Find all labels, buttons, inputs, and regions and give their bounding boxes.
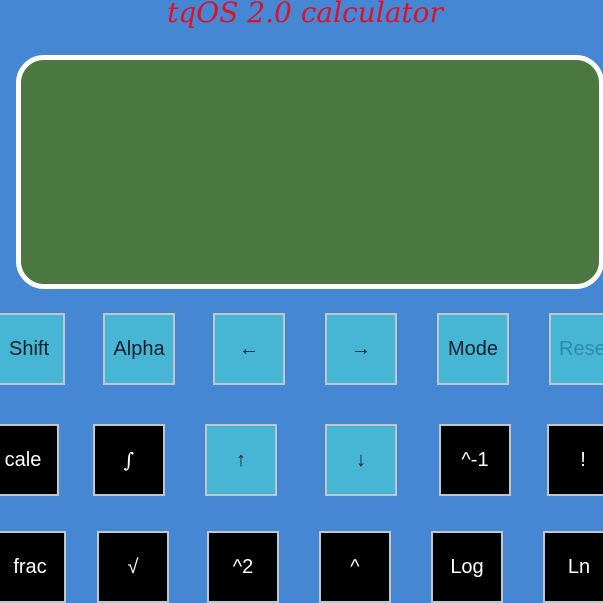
right-arrow-key[interactable]: → [325,313,397,385]
app-title: tqOS 2.0 calculator [167,0,443,29]
shift-key[interactable]: Shift [0,313,65,385]
calc-key[interactable]: cale [0,424,59,496]
left-arrow-key[interactable]: ← [213,313,285,385]
mode-key[interactable]: Mode [437,313,509,385]
calculator-app: tqOS 2.0 calculator Shift Alpha ← → Mode… [0,0,603,603]
integral-key[interactable]: ∫ [93,424,165,496]
power-key[interactable]: ^ [319,531,391,603]
fraction-key[interactable]: frac [0,531,66,603]
square-key[interactable]: ^2 [207,531,279,603]
down-arrow-key[interactable]: ↓ [325,424,397,496]
square-root-key[interactable]: √ [97,531,169,603]
up-arrow-key[interactable]: ↑ [205,424,277,496]
inverse-key[interactable]: ^-1 [439,424,511,496]
log-key[interactable]: Log [431,531,503,603]
alpha-key[interactable]: Alpha [103,313,175,385]
factorial-key[interactable]: ! [547,424,603,496]
reset-key[interactable]: Rese [549,313,603,385]
ln-key[interactable]: Ln [543,531,603,603]
calculator-display [16,55,603,289]
